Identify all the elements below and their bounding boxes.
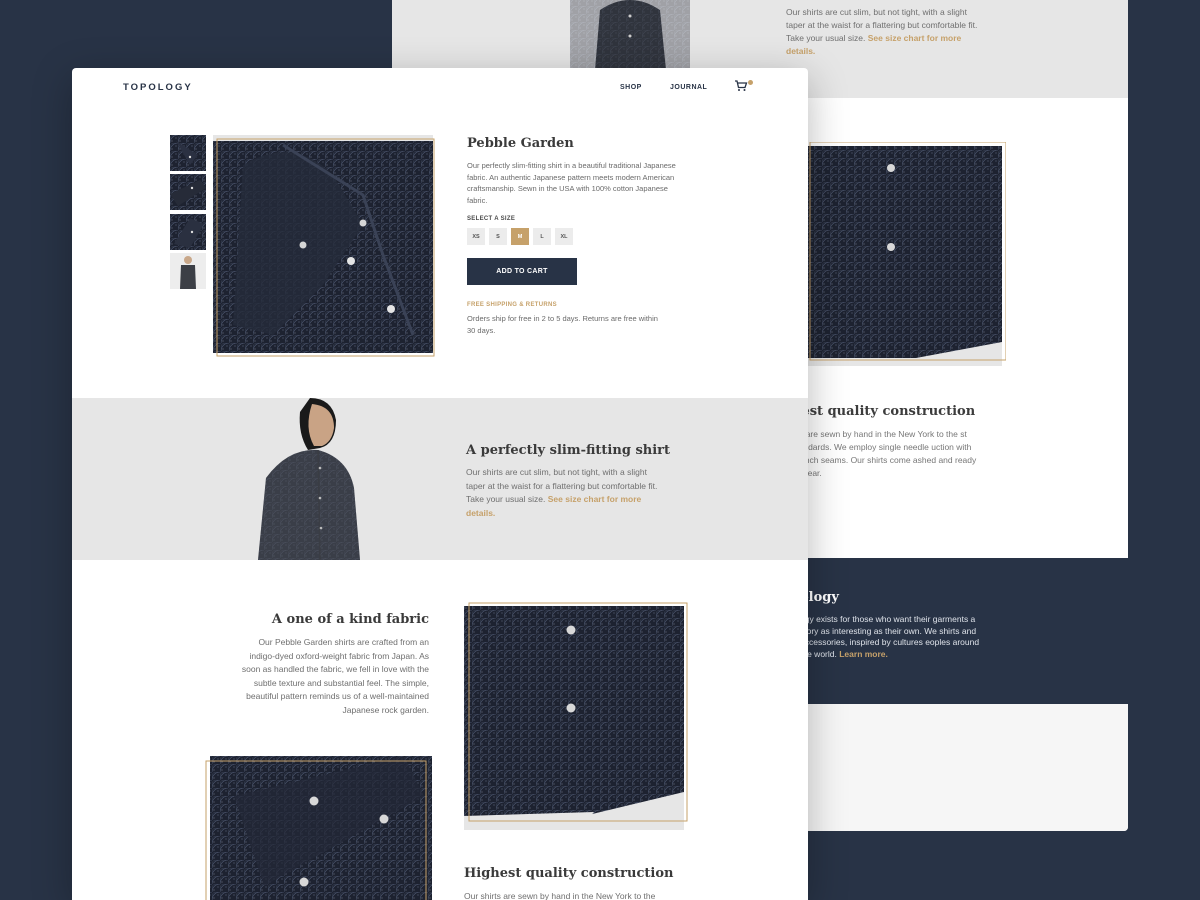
thumbnail-4[interactable] [170,253,206,289]
size-label: SELECT A SIZE [467,216,516,222]
background-fit-text: Our shirts are cut slim, but not tight, … [786,6,982,58]
size-selector: XS S M L XL [467,228,573,245]
size-m-button[interactable]: M [511,228,529,245]
background-construction-text: irts are sewn by hand in the New York to… [792,429,977,478]
background-model-image [570,0,690,70]
add-to-cart-button[interactable]: ADD TO CART [467,258,577,285]
nav-journal[interactable]: JOURNAL [670,84,707,91]
learn-more-link[interactable]: Learn more. [839,649,888,659]
cart-icon[interactable] [734,80,748,92]
thumbnail-3[interactable] [170,214,206,250]
fit-text: Our shirts are cut slim, but not tight, … [466,466,662,520]
fit-section [72,398,808,560]
construction-title: Highest quality construction [464,866,674,881]
shipping-text: Orders ship for free in 2 to 5 days. Ret… [467,314,658,335]
fabric-closeup-image [205,756,432,900]
background-about-copy: ogy exists for those who want their garm… [800,614,980,659]
background-about-text: ogy exists for those who want their garm… [800,614,984,660]
shipping-label: FREE SHIPPING & RETURNS [467,302,557,308]
thumbnail-1[interactable] [170,135,206,171]
product-title: Pebble Garden [467,136,574,151]
fit-title: A perfectly slim-fitting shirt [466,443,671,458]
cart-badge [748,80,753,85]
background-construction-title: hest quality construction [792,404,976,419]
product-page: TOPOLOGY SHOP JOURNAL Pebble Garden Our … [72,68,808,900]
fabric-image [464,602,688,830]
logo[interactable]: TOPOLOGY [123,82,193,93]
fabric-text: Our Pebble Garden shirts are crafted fro… [241,637,429,715]
product-description: Our perfectly slim-fitting shirt in a be… [467,161,676,205]
background-fabric-image [806,142,1006,366]
size-xs-button[interactable]: XS [467,228,485,245]
product-main-image [213,135,435,357]
thumbnail-2[interactable] [170,174,206,210]
construction-text: Our shirts are sewn by hand in the New Y… [464,891,656,900]
size-s-button[interactable]: S [489,228,507,245]
nav-shop[interactable]: SHOP [620,84,642,91]
fabric-title: A one of a kind fabric [271,612,429,627]
size-xl-button[interactable]: XL [555,228,573,245]
size-l-button[interactable]: L [533,228,551,245]
model-image [258,398,360,560]
